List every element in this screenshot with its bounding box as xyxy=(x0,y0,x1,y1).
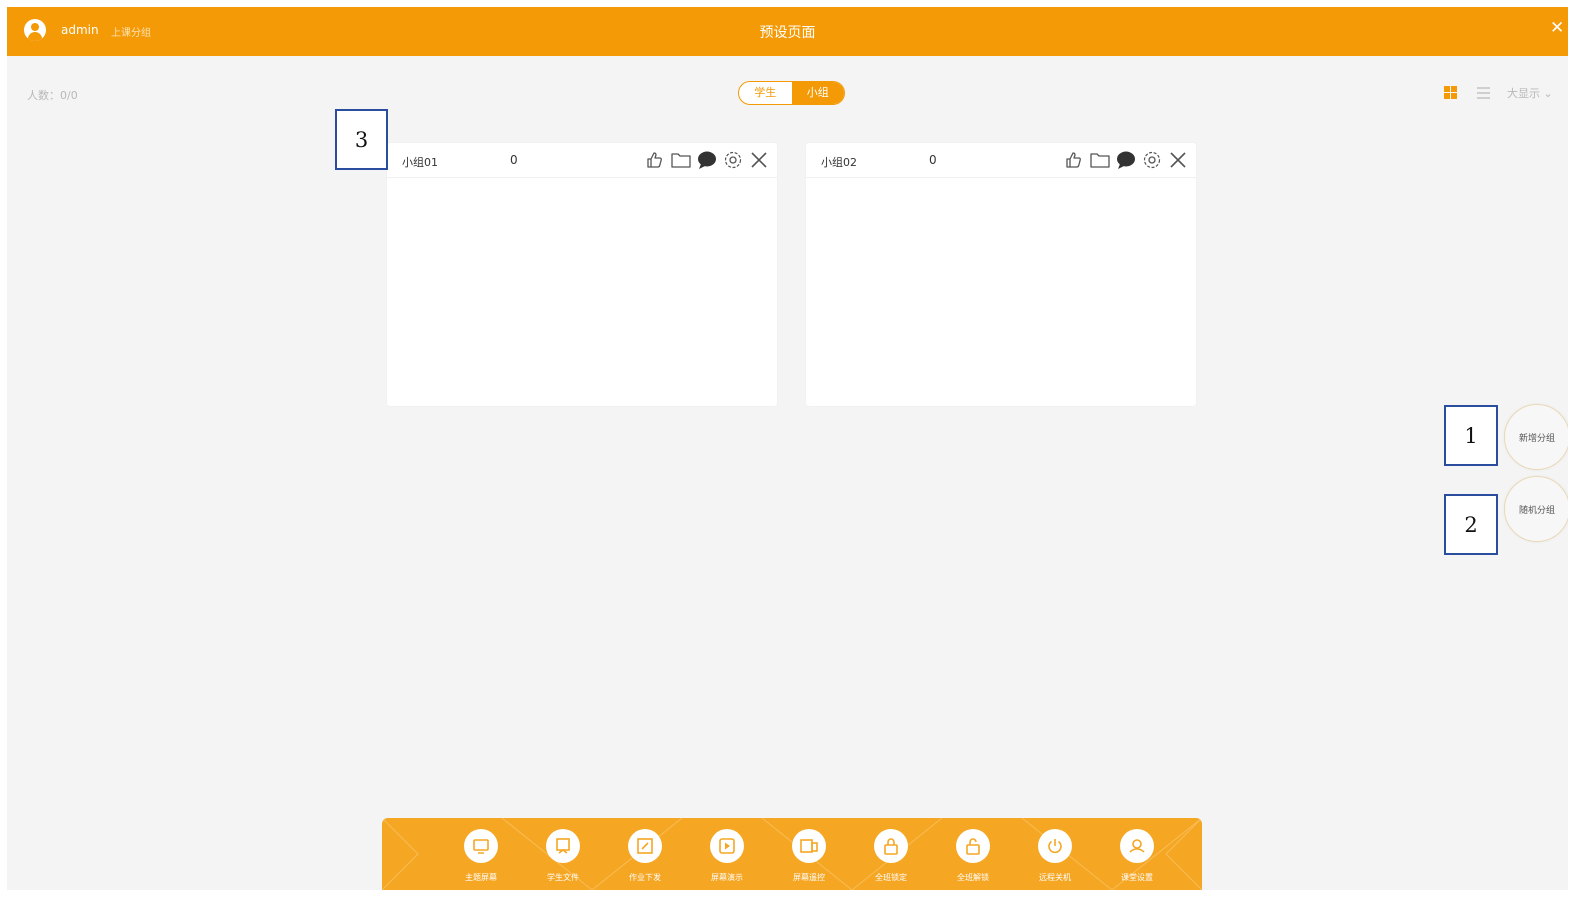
random-group-button[interactable]: 随机分组 xyxy=(1504,476,1568,542)
bottom-toolbar: 主题屏幕 学生文件 作业下发 屏幕演示 屏幕遥控 全班锁定 全班解锁 远程关机 … xyxy=(382,818,1202,890)
group-name: 小组02 xyxy=(821,156,857,169)
annotation-1: 1 xyxy=(1444,405,1498,466)
toolbar-item-label: 远程关机 xyxy=(1039,873,1071,882)
toolbar-item-theme-screen[interactable]: 主题屏幕 xyxy=(440,829,522,883)
settings-icon[interactable] xyxy=(1139,149,1165,171)
toolbar-item-lock-all[interactable]: 全班锁定 xyxy=(850,829,932,883)
folder-icon[interactable] xyxy=(1087,149,1113,171)
screen-icon xyxy=(464,829,498,863)
toolbar-item-label: 课堂设置 xyxy=(1121,873,1153,882)
toolbar-item-class-settings[interactable]: 课堂设置 xyxy=(1096,829,1178,883)
group-actions xyxy=(642,149,772,171)
grid-view-icon[interactable] xyxy=(1444,86,1457,99)
close-icon[interactable] xyxy=(746,149,772,171)
top-bar: admin 上课分组 预设页面 ✕ xyxy=(7,7,1568,56)
remote-icon xyxy=(792,829,826,863)
power-icon xyxy=(1038,829,1072,863)
thumbs-up-icon[interactable] xyxy=(642,149,668,171)
settings-icon[interactable] xyxy=(720,149,746,171)
folder-icon[interactable] xyxy=(668,149,694,171)
toolbar-item-assign-homework[interactable]: 作业下发 xyxy=(604,829,686,883)
toolbar-item-screen-remote[interactable]: 屏幕遥控 xyxy=(768,829,850,883)
group-card: 小组01 0 xyxy=(387,143,777,406)
group-actions xyxy=(1061,149,1191,171)
group-card-header: 小组02 0 xyxy=(806,143,1196,178)
toolbar-item-label: 全班解锁 xyxy=(957,873,989,882)
toolbar-item-remote-shutdown[interactable]: 远程关机 xyxy=(1014,829,1096,883)
annotation-3: 3 xyxy=(335,109,388,170)
group-score: 0 xyxy=(510,153,518,167)
group-name: 小组01 xyxy=(402,156,438,169)
toolbar-item-label: 作业下发 xyxy=(629,873,661,882)
app-window: admin 上课分组 预设页面 ✕ 人数：0/0 学生 小组 大显示 ⌄ 小组0… xyxy=(7,7,1568,890)
edit-icon xyxy=(628,829,662,863)
comment-icon[interactable] xyxy=(694,149,720,171)
toolbar-item-label: 全班锁定 xyxy=(875,873,907,882)
toolbar-item-label: 主题屏幕 xyxy=(465,873,497,882)
toolbar-item-label: 屏幕遥控 xyxy=(793,873,825,882)
close-window-icon[interactable]: ✕ xyxy=(1550,20,1564,37)
student-count-label: 人数：0/0 xyxy=(27,89,78,102)
toolbar-item-label: 屏幕演示 xyxy=(711,873,743,882)
toolbar-item-label: 学生文件 xyxy=(547,873,579,882)
page-title: 预设页面 xyxy=(759,25,816,41)
mode-option-groups[interactable]: 小组 xyxy=(791,82,844,104)
toolbar-item-student-files[interactable]: 学生文件 xyxy=(522,829,604,883)
display-size-select[interactable]: 大显示 ⌄ xyxy=(1507,85,1553,101)
lock-icon xyxy=(874,829,908,863)
add-group-button[interactable]: 新增分组 xyxy=(1504,404,1568,470)
play-icon xyxy=(710,829,744,863)
toolbar-item-unlock-all[interactable]: 全班解锁 xyxy=(932,829,1014,883)
thumbs-up-icon[interactable] xyxy=(1061,149,1087,171)
list-view-icon[interactable] xyxy=(1477,87,1490,99)
mode-switch: 学生 小组 xyxy=(738,81,845,105)
comment-icon[interactable] xyxy=(1113,149,1139,171)
group-score: 0 xyxy=(929,153,937,167)
group-card: 小组02 0 xyxy=(806,143,1196,406)
whiteboard-icon xyxy=(546,829,580,863)
toolbar-items: 主题屏幕 学生文件 作业下发 屏幕演示 屏幕遥控 全班锁定 全班解锁 远程关机 … xyxy=(440,829,1178,883)
group-card-header: 小组01 0 xyxy=(387,143,777,178)
annotation-2: 2 xyxy=(1444,494,1498,555)
mode-option-students[interactable]: 学生 xyxy=(739,82,792,104)
close-icon[interactable] xyxy=(1165,149,1191,171)
setting-icon xyxy=(1120,829,1154,863)
unlock-icon xyxy=(956,829,990,863)
toolbar-item-screen-demo[interactable]: 屏幕演示 xyxy=(686,829,768,883)
